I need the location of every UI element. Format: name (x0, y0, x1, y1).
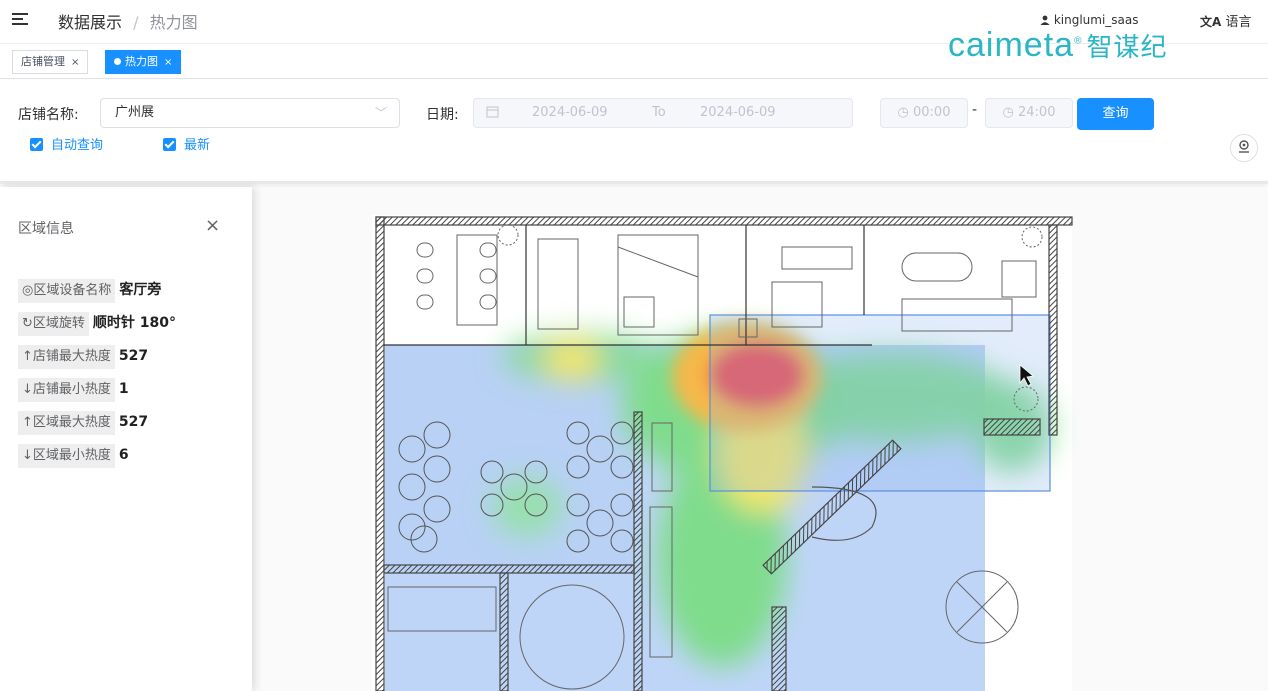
calendar-icon (486, 99, 499, 127)
info-value: 1 (118, 381, 129, 397)
wall-segment (771, 606, 787, 691)
info-row-device-name: ◎区域设备名称 客厅旁 (18, 278, 162, 303)
active-dot-icon (114, 58, 121, 65)
info-value: 527 (118, 414, 149, 430)
info-value: 客厅旁 (119, 282, 162, 298)
query-button[interactable]: 查询 (1077, 98, 1154, 130)
area-info-panel: 区域信息 × ◎区域设备名称 客厅旁 ↻区域旋转 顺时针 180° ↑店铺最大热度 5… (0, 187, 252, 691)
info-label: ↓区域最小热度 (18, 444, 115, 468)
time-end-picker[interactable]: ◷ 24:00 (985, 98, 1073, 128)
store-select[interactable]: 广州展 ﹀ (100, 98, 400, 128)
breadcrumb: 数据展示 / 热力图 (58, 9, 198, 33)
close-icon[interactable]: × (71, 57, 79, 68)
date-to: To (652, 105, 666, 120)
user-menu[interactable]: kinglumi_saas (1040, 13, 1139, 27)
info-row-store-min: ↓店铺最小热度 1 (18, 377, 129, 402)
language-switch[interactable]: 文A 语言 (1200, 11, 1251, 30)
breadcrumb-separator: / (133, 13, 139, 32)
store-select-value: 广州展 (115, 105, 155, 120)
auto-query-checkbox[interactable]: 自动查询 (30, 134, 103, 153)
time-start-value: 00:00 (913, 105, 951, 120)
info-label: ↑区域最大热度 (18, 411, 115, 435)
clock-icon: ◷ (1002, 105, 1014, 120)
time-range-dash: - (972, 102, 978, 118)
date-end[interactable]: 2024-06-09 (700, 99, 776, 127)
tab-label: 热力图 (125, 55, 158, 68)
store-label: 店铺名称: (18, 107, 79, 123)
tags-view-bar: 店铺管理 × 热力图 × (0, 45, 1268, 79)
info-label: ◎区域设备名称 (18, 279, 116, 303)
tab-label: 店铺管理 (21, 55, 65, 68)
lower-wall (499, 572, 509, 691)
locate-button[interactable] (1230, 134, 1258, 162)
query-filter: 店铺名称: 广州展 ﹀ 日期: 2024-06-09 To 2024-06-09… (0, 80, 1268, 184)
locate-icon (1239, 140, 1249, 153)
info-label: ↑店铺最大热度 (18, 345, 115, 369)
info-row-area-max: ↑区域最大热度 527 (18, 410, 149, 435)
time-end-value: 24:00 (1018, 105, 1056, 120)
info-value: 527 (118, 348, 149, 364)
date-label: 日期: (426, 107, 459, 123)
tab-store-management[interactable]: 店铺管理 × (12, 50, 89, 74)
menu-fold-icon[interactable] (12, 11, 28, 27)
info-row-area-min: ↓区域最小热度 6 (18, 443, 129, 468)
user-icon (1040, 13, 1054, 27)
info-row-store-max: ↑店铺最大热度 527 (18, 344, 149, 369)
info-label: ↓店铺最小热度 (18, 378, 115, 402)
top-wall (375, 216, 1073, 226)
breadcrumb-current: 热力图 (149, 13, 198, 32)
heatmap-canvas[interactable] (252, 187, 1268, 691)
close-icon[interactable]: × (164, 57, 172, 68)
tab-heatmap[interactable]: 热力图 × (105, 50, 182, 74)
latest-label: 最新 (184, 138, 211, 153)
panel-title: 区域信息 (18, 221, 74, 237)
info-value: 顺时针 180° (92, 315, 177, 331)
clock-icon: ◷ (897, 105, 909, 120)
latest-checkbox[interactable]: 最新 (163, 134, 210, 153)
wall-segment (983, 418, 1041, 436)
info-row-rotation: ↻区域旋转 顺时针 180° (18, 311, 177, 336)
translate-icon: 文A (1200, 15, 1222, 29)
checkbox-checked-icon (30, 138, 43, 151)
date-range-picker[interactable]: 2024-06-09 To 2024-06-09 (473, 98, 853, 128)
close-icon[interactable]: × (205, 215, 220, 236)
floor-plan-svg (372, 215, 1073, 691)
date-start[interactable]: 2024-06-09 (532, 99, 608, 127)
checkbox-checked-icon (163, 138, 176, 151)
language-label: 语言 (1225, 15, 1252, 30)
time-start-picker[interactable]: ◷ 00:00 (880, 98, 968, 128)
info-label: ↻区域旋转 (18, 312, 89, 336)
breadcrumb-root[interactable]: 数据展示 (58, 13, 122, 32)
info-value: 6 (118, 447, 129, 463)
chevron-down-icon: ﹀ (374, 106, 387, 120)
auto-query-label: 自动查询 (51, 138, 104, 153)
dining-wall (383, 564, 635, 574)
left-wall (375, 216, 385, 691)
corridor-wall (633, 411, 643, 691)
right-wall (1048, 224, 1058, 436)
user-name: kinglumi_saas (1053, 13, 1139, 27)
